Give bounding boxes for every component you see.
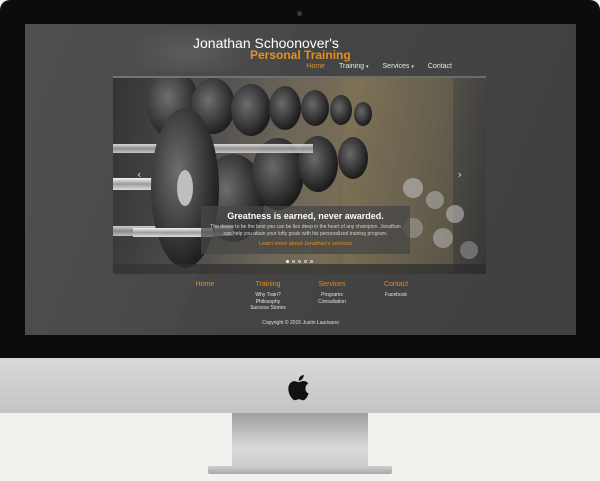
slide-dot-1[interactable] bbox=[286, 260, 289, 263]
monitor-bezel: Jonathan Schoonover's Personal Training … bbox=[0, 0, 600, 358]
next-slide-icon[interactable]: › bbox=[458, 168, 462, 181]
slide-caption-title: Greatness is earned, never awarded. bbox=[227, 211, 384, 221]
chevron-down-icon: ▾ bbox=[411, 64, 414, 70]
footer-heading-contact[interactable]: Contact bbox=[356, 280, 436, 289]
nav-item-services[interactable]: Services ▾ bbox=[383, 63, 414, 70]
nav-item-training[interactable]: Training ▾ bbox=[339, 63, 369, 70]
nav-item-label: Training bbox=[338, 63, 364, 70]
nav-item-label: Home bbox=[306, 63, 325, 70]
nav-item-home[interactable]: Home bbox=[306, 63, 325, 70]
slide-caption-text: The desire to be the best you can be lie… bbox=[210, 224, 401, 237]
nav-item-label: Services bbox=[382, 63, 410, 70]
slide-caption: Greatness is earned, never awarded. The … bbox=[201, 206, 410, 254]
main-nav: Home Training ▾ Services ▾ Contact bbox=[306, 63, 452, 70]
apple-logo-icon bbox=[288, 374, 309, 401]
monitor-chin bbox=[0, 358, 600, 413]
copyright-text: Copyright © 2015 Justin Laurisano bbox=[262, 320, 339, 326]
nav-item-contact[interactable]: Contact bbox=[428, 63, 452, 70]
site-subtitle[interactable]: Personal Training bbox=[250, 48, 351, 62]
footer-link-consultation[interactable]: Consultation bbox=[292, 299, 372, 306]
previous-slide-icon[interactable]: ‹ bbox=[137, 168, 141, 181]
nav-item-label: Contact bbox=[427, 63, 452, 70]
slide-dot-4[interactable] bbox=[304, 260, 307, 263]
monitor-foot bbox=[208, 466, 392, 474]
footer-column-contact: Contact Facebook bbox=[356, 280, 436, 299]
footer-link-success-stories[interactable]: Success Stories bbox=[228, 305, 308, 312]
learn-more-link[interactable]: Learn more about Jonathan's services bbox=[201, 241, 410, 248]
monitor-stand bbox=[232, 413, 368, 471]
footer-link-facebook[interactable]: Facebook bbox=[356, 292, 436, 299]
camera-icon bbox=[297, 11, 302, 16]
chevron-down-icon: ▾ bbox=[366, 64, 369, 70]
slide-dot-2[interactable] bbox=[292, 260, 295, 263]
slide-dot-5[interactable] bbox=[310, 260, 313, 263]
hero-slider: ‹ › Greatness is earned, never awarded. … bbox=[113, 76, 486, 274]
slide-dot-3[interactable] bbox=[298, 260, 301, 263]
slide-indicators bbox=[286, 260, 313, 263]
monitor-screen: Jonathan Schoonover's Personal Training … bbox=[25, 24, 576, 335]
